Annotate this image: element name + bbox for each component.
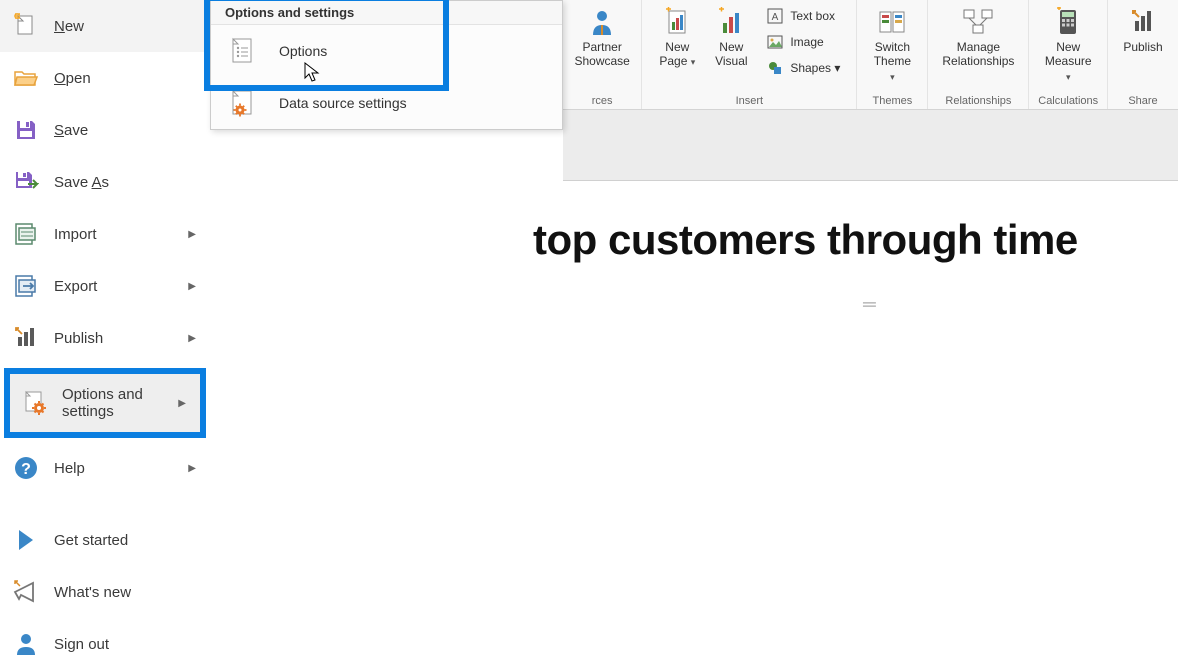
options-settings-icon: [22, 389, 48, 417]
chevron-right-icon: ▶: [188, 229, 196, 240]
ribbon-label: NewVisual: [715, 40, 747, 69]
visual-title: top customers through time: [533, 216, 1173, 264]
publish-ribbon-icon: [1127, 6, 1159, 38]
publish-icon: [12, 324, 40, 352]
menu-publish[interactable]: Publish ▶: [0, 312, 210, 364]
ribbon-label: NewPage ▾: [659, 40, 695, 69]
menu-label: Export: [54, 278, 97, 295]
menu-label: New: [54, 18, 84, 35]
svg-text:?: ?: [21, 461, 31, 478]
ribbon-group-label: rces: [592, 93, 613, 107]
options-settings-submenu: Options and settings Options Data source…: [210, 0, 563, 130]
user-icon: [12, 630, 40, 658]
menu-export[interactable]: Export ▶: [0, 260, 210, 312]
ribbon-small-label: Shapes ▾: [790, 61, 840, 75]
menu-help[interactable]: ? Help ▶: [0, 442, 210, 494]
text-box-icon: A: [766, 7, 784, 25]
whats-new-icon: [12, 578, 40, 606]
ribbon-shapes[interactable]: Shapes ▾: [762, 56, 844, 80]
image-icon: [766, 33, 784, 51]
menu-sign-out[interactable]: Sign out: [0, 618, 210, 670]
menu-label: Help: [54, 460, 85, 477]
ribbon: PartnerShowcase rces NewPage ▾ NewVisual…: [563, 0, 1178, 110]
menu-label: Sign out: [54, 636, 109, 653]
ribbon-group-label: Insert: [736, 93, 764, 107]
ribbon-label: ManageRelationships: [942, 40, 1014, 69]
drag-handle-icon[interactable]: ═: [863, 301, 883, 311]
chevron-right-icon: ▶: [178, 398, 186, 409]
import-icon: [12, 220, 40, 248]
ribbon-switch-theme[interactable]: SwitchTheme ▾: [865, 4, 919, 85]
submenu-data-source[interactable]: Data source settings: [211, 77, 562, 129]
submenu-options[interactable]: Options: [211, 25, 562, 77]
ribbon-group-label: Share: [1128, 93, 1157, 107]
menu-label: Import: [54, 226, 97, 243]
ribbon-label: NewMeasure ▾: [1043, 40, 1093, 83]
menu-label: Open: [54, 70, 91, 87]
ribbon-label: Publish: [1123, 40, 1162, 54]
menu-label: Options and settings: [62, 386, 188, 420]
submenu-label: Options: [279, 43, 327, 59]
menu-label: Publish: [54, 330, 103, 347]
menu-new[interactable]: New: [0, 0, 210, 52]
ribbon-new-page[interactable]: NewPage ▾: [650, 4, 704, 71]
menu-label: What's new: [54, 584, 131, 601]
chevron-right-icon: ▶: [188, 463, 196, 474]
ribbon-text-box[interactable]: A Text box: [762, 4, 844, 28]
options-doc-icon: [229, 37, 257, 65]
menu-open[interactable]: Open: [0, 52, 210, 104]
ribbon-label: SwitchTheme ▾: [871, 40, 913, 83]
svg-text:A: A: [772, 12, 779, 23]
ribbon-group-label: Themes: [873, 93, 913, 107]
submenu-label: Data source settings: [279, 95, 407, 111]
calculator-icon: [1052, 6, 1084, 38]
canvas-background: [563, 110, 1178, 180]
new-file-icon: [12, 12, 40, 40]
ribbon-label: PartnerShowcase: [574, 40, 629, 69]
ribbon-publish[interactable]: Publish: [1116, 4, 1170, 56]
ribbon-group-label: Relationships: [945, 93, 1011, 107]
export-icon: [12, 272, 40, 300]
menu-get-started[interactable]: Get started: [0, 514, 210, 566]
file-menu: New Open Save Save As Import ▶ Export ▶: [0, 0, 210, 624]
data-source-icon: [229, 89, 257, 117]
help-icon: ?: [12, 454, 40, 482]
ribbon-new-visual[interactable]: NewVisual: [704, 4, 758, 71]
submenu-header: Options and settings: [211, 1, 562, 25]
menu-whats-new[interactable]: What's new: [0, 566, 210, 618]
ribbon-small-label: Image: [790, 35, 823, 49]
ribbon-new-measure[interactable]: NewMeasure ▾: [1037, 4, 1099, 85]
menu-save[interactable]: Save: [0, 104, 210, 156]
menu-options-settings[interactable]: Options and settings ▶: [4, 368, 206, 438]
save-as-icon: [12, 168, 40, 196]
menu-save-as[interactable]: Save As: [0, 156, 210, 208]
shapes-icon: [766, 59, 784, 77]
theme-icon: [876, 6, 908, 38]
report-canvas[interactable]: top customers through time ═: [563, 180, 1178, 624]
menu-label: Get started: [54, 532, 128, 549]
relationships-icon: [962, 6, 994, 38]
ribbon-image[interactable]: Image: [762, 30, 844, 54]
play-icon: [12, 526, 40, 554]
new-page-icon: [661, 6, 693, 38]
chevron-right-icon: ▶: [188, 333, 196, 344]
folder-open-icon: [12, 64, 40, 92]
new-visual-icon: [715, 6, 747, 38]
ribbon-group-label: Calculations: [1038, 93, 1098, 107]
menu-import[interactable]: Import ▶: [0, 208, 210, 260]
person-icon: [586, 6, 618, 38]
save-icon: [12, 116, 40, 144]
ribbon-small-label: Text box: [790, 9, 835, 23]
menu-label: Save As: [54, 174, 109, 191]
chevron-right-icon: ▶: [188, 281, 196, 292]
ribbon-partner-showcase[interactable]: PartnerShowcase: [568, 4, 635, 71]
menu-label: Save: [54, 122, 88, 139]
ribbon-manage-relationships[interactable]: ManageRelationships: [936, 4, 1020, 71]
